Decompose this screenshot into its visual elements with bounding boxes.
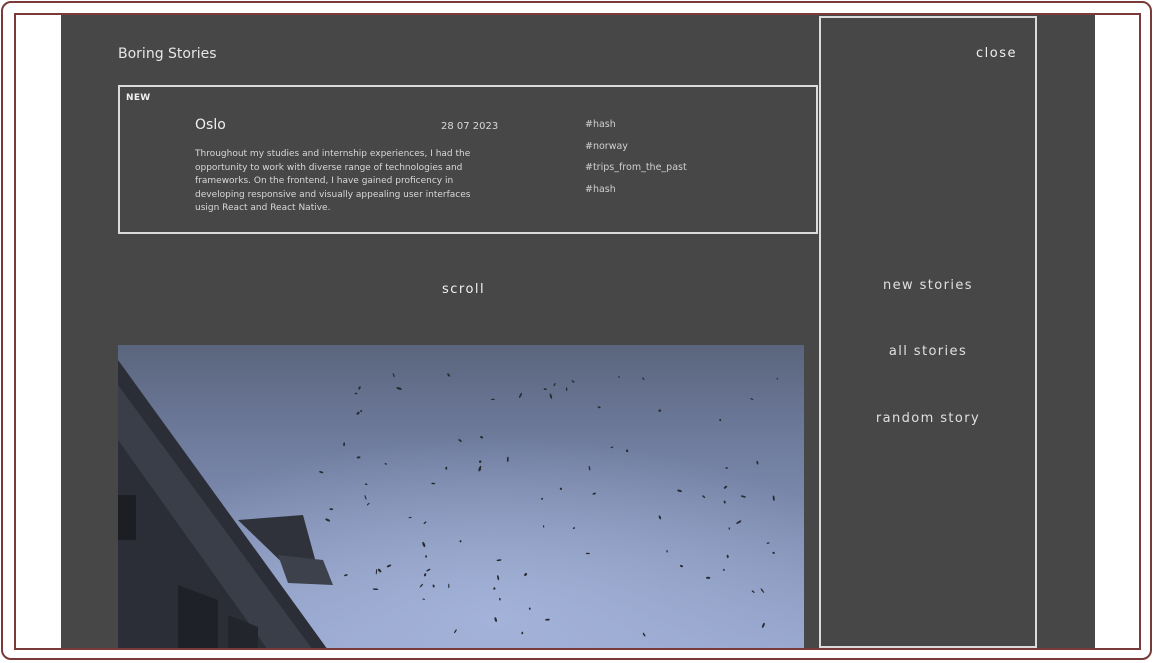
page: Boring Stories NEW Oslo 28 07 2023 Throu… <box>61 15 1095 648</box>
viewport-frame: Boring Stories NEW Oslo 28 07 2023 Throu… <box>14 13 1141 650</box>
story-title[interactable]: Oslo <box>195 117 226 133</box>
tag-item[interactable]: #hash <box>585 184 687 206</box>
building-and-birds-photo <box>118 345 804 648</box>
tag-item[interactable]: #hash <box>585 119 687 141</box>
story-excerpt: Throughout my studies and internship exp… <box>195 149 471 214</box>
site-title[interactable]: Boring Stories <box>118 46 217 62</box>
close-button[interactable]: close <box>976 46 1017 61</box>
scroll-hint[interactable]: scroll <box>442 282 485 297</box>
tag-item[interactable]: #norway <box>585 141 687 163</box>
side-menu: close new stories all stories random sto… <box>819 16 1037 648</box>
story-date: 28 07 2023 <box>441 121 499 132</box>
tag-list: #hash #norway #trips_from_the_past #hash <box>585 119 687 205</box>
menu-item-all-stories[interactable]: all stories <box>821 344 1035 359</box>
story-card[interactable]: NEW Oslo 28 07 2023 Throughout my studie… <box>118 85 818 234</box>
new-badge: NEW <box>126 93 151 103</box>
menu-item-random-story[interactable]: random story <box>821 411 1035 426</box>
tag-item[interactable]: #trips_from_the_past <box>585 162 687 184</box>
menu-item-new-stories[interactable]: new stories <box>821 278 1035 293</box>
